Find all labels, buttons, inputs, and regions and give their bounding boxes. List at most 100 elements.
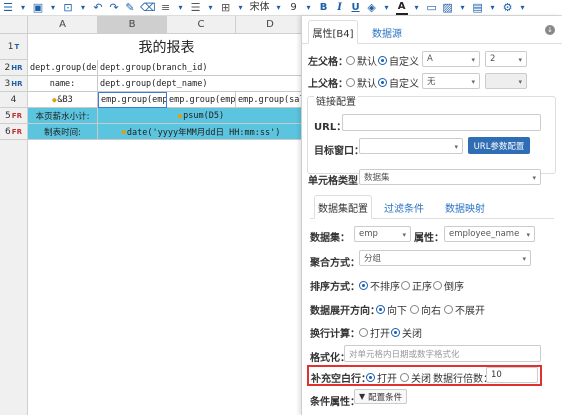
valign-dropdown-icon[interactable]: ▾ (205, 1, 217, 15)
merge-cells-icon[interactable]: ▭ (426, 1, 438, 15)
chart-dropdown-icon[interactable]: ▾ (487, 1, 499, 15)
cell-a6[interactable]: 制表时间: (28, 124, 98, 140)
settings-dropdown-icon[interactable]: ▾ (517, 1, 529, 15)
row-multiple-input[interactable]: 10 (486, 367, 538, 383)
underline-button[interactable]: U (350, 1, 362, 15)
row-header[interactable]: 2 HR (0, 60, 28, 76)
font-color-button[interactable]: A (395, 1, 408, 15)
clear-icon[interactable]: ⌫ (140, 1, 156, 15)
expand-right-radio[interactable]: 向右 (410, 302, 441, 317)
left-parent-row-select[interactable]: 2 ▾ (485, 51, 527, 67)
sort-asc-radio[interactable]: 正序 (401, 278, 432, 293)
cell-c4[interactable]: emp.group(employe (167, 92, 236, 108)
image-icon[interactable]: ▨ (442, 1, 454, 15)
top-parent-row-select[interactable]: ▾ (485, 73, 527, 89)
target-window-select[interactable]: ▾ (359, 138, 463, 154)
config-condition-button[interactable]: ▼ 配置条件 (354, 389, 408, 404)
cell-a2[interactable]: dept.group(dept (28, 60, 98, 76)
image-dropdown-icon[interactable]: ▾ (457, 1, 469, 15)
button-label: 配置条件 (368, 392, 403, 403)
row-header[interactable]: 6 FR (0, 124, 28, 140)
column-header-a[interactable]: A (28, 16, 98, 34)
border-icon[interactable]: ⊞ (220, 1, 232, 15)
fill-blank-on-radio[interactable]: 打开 (366, 370, 397, 385)
left-parent-custom-radio[interactable]: 自定义 (378, 53, 419, 68)
top-parent-default-radio[interactable]: 默认 (346, 75, 377, 90)
tab-dataset-config[interactable]: 数据集配置 (314, 195, 372, 219)
font-size-select[interactable]: 9 (288, 1, 300, 15)
fill-blank-off-radio[interactable]: 关闭 (400, 370, 431, 385)
wrap-off-radio[interactable]: 关闭 (391, 325, 422, 340)
font-name-select[interactable]: 宋体 (250, 1, 270, 15)
spreadsheet-grid: A B C D 1T 2 HR 3 HR 4 5 FR 6 FR 我的报表 dept.g… (0, 16, 305, 415)
cell-a5[interactable]: 本页薪水小计: (28, 108, 98, 124)
format-input[interactable]: 对单元格内日期或数字格式化 (344, 345, 541, 362)
format-painter-icon[interactable]: ✎ (124, 1, 136, 15)
cell-b2[interactable]: dept.group(branch_id) (98, 60, 305, 76)
tab-properties[interactable]: 属性[B4] (308, 20, 358, 44)
aggregate-label: 聚合方式： (310, 258, 360, 269)
aggregate-select[interactable]: 分组 ▾ (359, 250, 531, 266)
pin-icon[interactable]: ↓ (545, 25, 555, 35)
fill-color-dropdown-icon[interactable]: ▾ (381, 1, 393, 15)
row-header[interactable]: 5 FR (0, 108, 28, 124)
border-dropdown-icon[interactable]: ▾ (235, 1, 247, 15)
sort-none-radio[interactable]: 不排序 (359, 278, 400, 293)
tab-data-mapping[interactable]: 数据映射 (436, 195, 494, 219)
column-header-c[interactable]: C (167, 16, 236, 34)
fill-color-icon[interactable]: ◈ (366, 1, 378, 15)
left-parent-column-select[interactable]: A ▾ (422, 51, 480, 67)
report-title-cell[interactable]: 我的报表 (28, 34, 305, 60)
cell-d4[interactable]: emp.group(salary (236, 92, 305, 108)
url-param-config-button[interactable]: URL参数配置 (468, 137, 530, 154)
chart-icon[interactable]: ▤ (472, 1, 484, 15)
row-header[interactable]: 4 (0, 92, 28, 108)
attribute-select[interactable]: employee_name ▾ (444, 226, 535, 242)
undo-icon[interactable]: ↶ (92, 1, 104, 15)
font-color-dropdown-icon[interactable]: ▾ (411, 1, 423, 15)
left-parent-default-radio[interactable]: 默认 (346, 53, 377, 68)
top-parent-custom-radio[interactable]: 自定义 (378, 75, 419, 90)
preview-icon[interactable]: ⊡ (62, 1, 74, 15)
bold-button[interactable]: B (318, 1, 330, 15)
cell-b4-selected[interactable]: emp.group(employ (98, 92, 167, 108)
menu-icon[interactable]: ☰ (2, 1, 14, 15)
left-parent-label: 左父格： (308, 57, 348, 68)
dataset-select[interactable]: emp ▾ (354, 226, 411, 242)
font-size-dropdown-icon[interactable]: ▾ (303, 1, 315, 15)
align-center-icon[interactable]: ≡ (160, 1, 172, 15)
url-input[interactable] (342, 114, 541, 131)
row-header[interactable]: 1T (0, 34, 28, 60)
font-name-dropdown-icon[interactable]: ▾ (273, 1, 285, 15)
italic-button[interactable]: I (334, 1, 346, 15)
redo-icon[interactable]: ↷ (108, 1, 120, 15)
cell-b3[interactable]: dept.group(dept_name) (98, 76, 305, 92)
cell-type-select[interactable]: 数据集 ▾ (359, 169, 541, 185)
top-parent-column-select[interactable]: 无 ▾ (422, 73, 480, 89)
valign-icon[interactable]: ☰ (190, 1, 202, 15)
cell-b6[interactable]: ● date('yyyy年MM月dd日 HH:mm:ss') (98, 124, 305, 140)
wrap-on-radio[interactable]: 打开 (359, 325, 390, 340)
corner-cell[interactable] (0, 16, 28, 34)
save-icon[interactable]: ▣ (32, 1, 44, 15)
cell-a4[interactable]: ● &B3 (28, 92, 98, 108)
align-dropdown-icon[interactable]: ▾ (175, 1, 187, 15)
column-header-d[interactable]: D (236, 16, 305, 34)
tab-filter-conditions[interactable]: 过滤条件 (376, 195, 432, 219)
row-header-empty (0, 140, 28, 415)
preview-dropdown-icon[interactable]: ▾ (77, 1, 89, 15)
menu-dropdown-icon[interactable]: ▾ (17, 1, 29, 15)
expand-down-radio[interactable]: 向下 (376, 302, 407, 317)
save-dropdown-icon[interactable]: ▾ (47, 1, 59, 15)
settings-icon[interactable]: ⚙ (502, 1, 514, 15)
expand-none-radio[interactable]: 不展开 (444, 302, 485, 317)
cell-b5[interactable]: ● psum(D5) (98, 108, 305, 124)
sort-desc-radio[interactable]: 倒序 (433, 278, 464, 293)
chevron-down-icon: ▾ (454, 143, 458, 151)
expand-direction-label: 数据展开方向： (310, 306, 380, 317)
cell-a3[interactable]: name: (28, 76, 98, 92)
tab-datasource[interactable]: 数据源 (362, 20, 412, 44)
row-header[interactable]: 3 HR (0, 76, 28, 92)
column-header-b[interactable]: B (98, 16, 167, 34)
row-type: FR (11, 111, 22, 120)
